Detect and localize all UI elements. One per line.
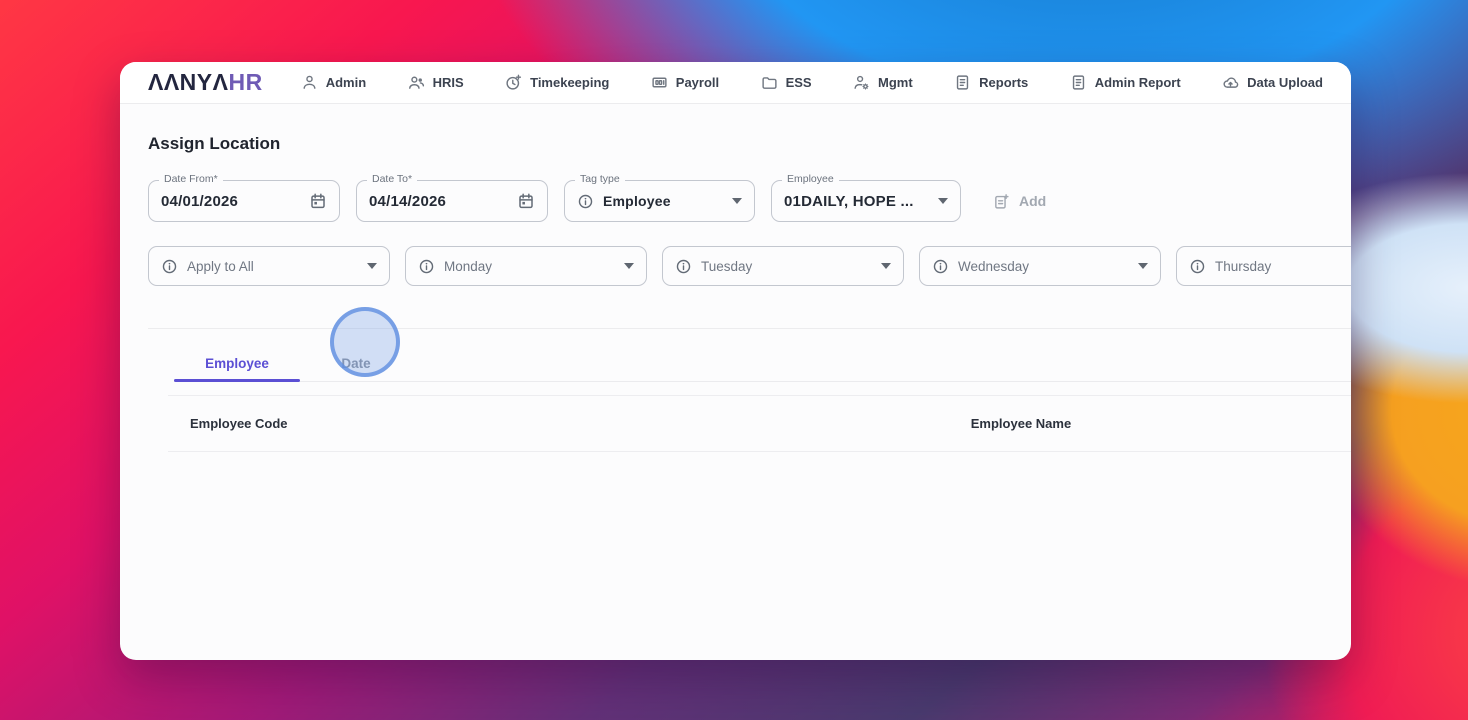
nav-item-label: Admin Report [1094,75,1181,90]
folder-icon [761,77,777,89]
tab-bar: Employee Date [174,345,1351,382]
chevron-down-icon [881,263,891,269]
tab-date[interactable]: Date [300,345,412,381]
nav-item-admin-report[interactable]: Admin Report [1070,74,1181,91]
tuesday-select[interactable]: Tuesday [662,246,904,286]
nav-item-hris[interactable]: HRIS [408,74,464,91]
nav-item-payroll[interactable]: Payroll [651,74,719,91]
nav-menu: Admin HRIS Timekeeping Payroll ESS Mgmt [301,74,1323,91]
date-to-value: 04/14/2026 [369,192,447,210]
person-gear-icon [854,75,869,90]
nav-item-timekeeping[interactable]: Timekeeping [505,74,609,91]
person-icon [303,75,316,89]
thursday-value: Thursday [1215,258,1272,274]
date-to-field[interactable]: Date To* 04/14/2026 [356,173,548,222]
document-icon [956,75,969,90]
calendar-icon[interactable] [517,192,535,210]
table-header-row: Employee Code Employee Name [168,395,1351,452]
app-logo[interactable]: ΛΛNYΛHR [148,69,263,96]
info-icon [578,194,593,208]
calculator-icon [652,77,667,88]
nav-item-mgmt[interactable]: Mgmt [853,74,913,91]
wednesday-value: Wednesday [958,258,1030,274]
date-from-field[interactable]: Date From* 04/01/2026 [148,173,340,222]
add-button-label: Add [1019,193,1047,209]
tab-employee[interactable]: Employee [174,345,300,382]
chevron-down-icon [367,263,377,269]
date-to-label: Date To* [367,173,418,185]
employee-table: Employee Code Employee Name [168,395,1351,452]
chevron-down-icon [624,263,634,269]
nav-item-data-upload[interactable]: Data Upload [1222,74,1323,91]
employee-label: Employee [782,173,839,185]
apply-to-all-value: Apply to All [187,258,254,274]
nav-item-label: Reports [979,75,1029,90]
date-from-label: Date From* [159,173,223,185]
nav-item-label: Data Upload [1247,75,1323,90]
top-navbar: ΛΛNYΛHR Admin HRIS Timekeeping Payroll E… [120,62,1351,104]
people-icon [408,76,424,89]
monday-select[interactable]: Monday [405,246,647,286]
info-icon [1190,259,1205,273]
tag-type-select[interactable]: Tag type Employee [564,173,755,222]
page-title: Assign Location [148,134,281,153]
main-content: Assign Location Date From* 04/01/2026 Da… [120,134,1351,452]
apply-to-all-select[interactable]: Apply to All [148,246,390,286]
date-from-value: 04/01/2026 [161,192,239,210]
nav-item-label: Admin [325,75,367,90]
note-add-icon [995,193,1009,209]
tuesday-value: Tuesday [701,258,753,274]
chevron-down-icon [1138,263,1148,269]
employee-select[interactable]: Employee 01DAILY, HOPE ... [771,173,961,222]
nav-item-label: Mgmt [878,75,913,90]
cloud-upload-icon [1223,77,1239,88]
add-button[interactable]: Add [993,193,1046,210]
monday-value: Monday [444,258,493,274]
tag-type-value: Employee [603,193,671,209]
filter-row: Date From* 04/01/2026 Date To* 04/14/202… [148,173,1323,222]
chevron-down-icon [938,198,948,204]
tag-type-label: Tag type [575,173,625,185]
nav-item-label: ESS [785,75,812,90]
app-window: ΛΛNYΛHR Admin HRIS Timekeeping Payroll E… [120,62,1351,660]
chevron-down-icon [732,198,742,204]
employee-value: 01DAILY, HOPE ... [784,192,914,210]
nav-item-admin[interactable]: Admin [301,74,366,91]
section-divider [148,328,1351,329]
clock-plus-icon [506,74,522,90]
nav-item-label: Payroll [675,75,720,90]
thursday-select[interactable]: Thursday [1176,246,1351,286]
logo-text-secondary: HR [228,69,263,95]
nav-item-reports[interactable]: Reports [954,74,1028,91]
logo-text-primary: ΛΛNYΛ [148,69,229,95]
wednesday-select[interactable]: Wednesday [919,246,1161,286]
day-dropdown-row: Apply to All Monday Tuesday Wednesday Th [148,246,1351,286]
info-icon [676,259,691,273]
info-icon [933,259,948,273]
column-header-employee-name: Employee Name [970,416,1072,431]
info-icon [419,259,434,273]
nav-item-label: HRIS [432,75,464,90]
nav-item-label: Timekeeping [530,75,610,90]
column-header-employee-code: Employee Code [190,416,288,431]
calendar-icon[interactable] [309,192,327,210]
nav-item-ess[interactable]: ESS [761,74,812,91]
info-icon [162,259,177,273]
document-icon [1072,75,1084,90]
